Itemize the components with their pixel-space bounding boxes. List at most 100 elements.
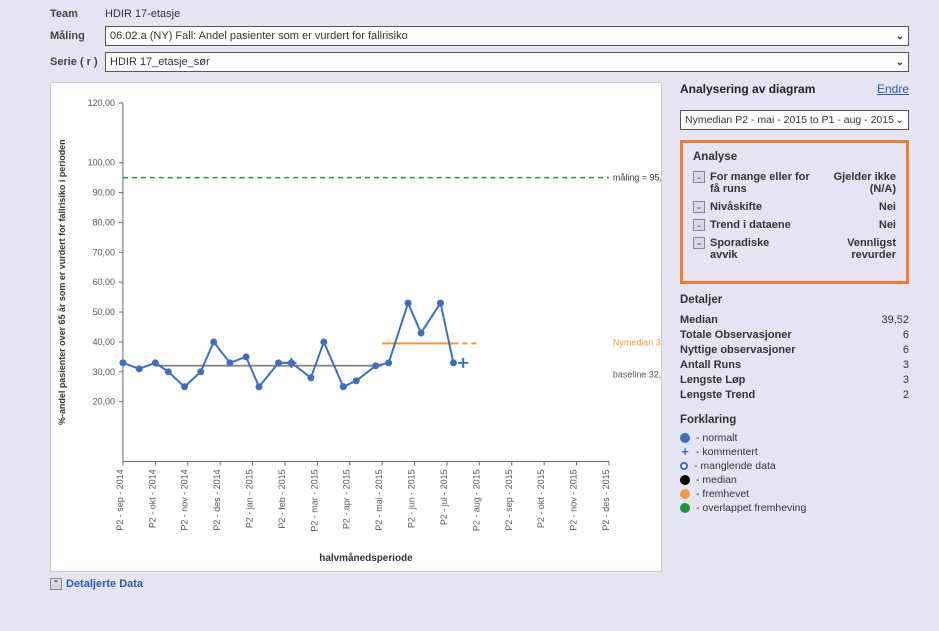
svg-text:baseline 32,05: baseline 32,05 xyxy=(613,370,661,380)
blue-symbol-icon: + xyxy=(680,447,690,457)
detail-row: Median 39,52 xyxy=(680,314,909,326)
range-select-value: Nymedian P2 - mai - 2015 to P1 - aug - 2… xyxy=(685,114,894,126)
detail-key: Lengste Løp xyxy=(680,374,835,386)
detail-value: 3 xyxy=(903,374,909,386)
legend-item: - normalt xyxy=(680,432,909,444)
svg-text:måling = 95,00: måling = 95,00 xyxy=(613,173,661,183)
svg-text:P2 - des - 2015: P2 - des - 2015 xyxy=(601,469,611,530)
detail-value: 6 xyxy=(903,329,909,341)
svg-text:P2 - mai - 2015: P2 - mai - 2015 xyxy=(374,469,384,530)
serie-label: Serie ( r ) xyxy=(50,57,105,68)
svg-text:%-andel pasienter over 65 år s: %-andel pasienter over 65 år som er vurd… xyxy=(57,139,67,425)
chevron-down-icon[interactable]: ⌄ xyxy=(693,219,705,231)
svg-text:P2 - sep - 2014: P2 - sep - 2014 xyxy=(115,469,125,530)
svg-text:P2 - feb - 2015: P2 - feb - 2015 xyxy=(277,469,287,528)
detail-value: 39,52 xyxy=(881,314,909,326)
run-chart: 20,0030,0040,0050,0060,0070,0080,0090,00… xyxy=(51,83,661,571)
analyse-row-label: Nivåskifte xyxy=(710,201,762,213)
chevron-down-icon: ⌄ xyxy=(895,114,904,126)
detail-value: 6 xyxy=(903,344,909,356)
details-box: Detaljer Median 39,52 Totale Observasjoner… xyxy=(680,294,909,404)
detail-row: Antall Runs 3 xyxy=(680,359,909,371)
svg-text:80,00: 80,00 xyxy=(93,217,115,227)
legend-box: Forklaring - normalt + - kommentert - mangl… xyxy=(680,414,909,516)
svg-text:50,00: 50,00 xyxy=(93,307,115,317)
svg-text:P2 - jun - 2015: P2 - jun - 2015 xyxy=(407,469,417,528)
chart-panel: 20,0030,0040,0050,0060,0070,0080,0090,00… xyxy=(50,82,662,572)
side-panel: Analysering av diagram Endre Nymedian P2… xyxy=(680,82,909,572)
serie-select-value: HDIR 17_etasje_sør xyxy=(110,56,210,68)
svg-text:P2 - apr - 2015: P2 - apr - 2015 xyxy=(342,469,352,529)
legend-item: - fremhevet xyxy=(680,488,909,500)
analyse-box: Analyse ⌄ For mange eller for få runs Gjel… xyxy=(680,140,909,284)
chevron-down-icon: ⌄ xyxy=(896,57,904,68)
svg-text:100,00: 100,00 xyxy=(88,158,115,168)
detail-row: Lengste Løp 3 xyxy=(680,374,909,386)
serie-select[interactable]: HDIR 17_etasje_sør ⌄ xyxy=(105,52,909,72)
svg-text:P2 - nov - 2015: P2 - nov - 2015 xyxy=(569,469,579,530)
legend-title: Forklaring xyxy=(680,414,909,426)
legend-text: - manglende data xyxy=(694,460,776,472)
svg-text:70,00: 70,00 xyxy=(93,247,115,257)
detail-value: 2 xyxy=(903,389,909,401)
legend-text: - kommentert xyxy=(696,446,758,458)
analyse-row: ⌄ For mange eller for få runs Gjelder ikke… xyxy=(693,171,896,195)
detail-key: Totale Observasjoner xyxy=(680,329,835,341)
analyse-row-value: Gjelder ikke (N/A) xyxy=(824,171,896,195)
svg-text:60,00: 60,00 xyxy=(93,277,115,287)
svg-text:90,00: 90,00 xyxy=(93,188,115,198)
detail-row: Totale Observasjoner 6 xyxy=(680,329,909,341)
detail-key: Antall Runs xyxy=(680,359,835,371)
svg-text:P2 - nov - 2014: P2 - nov - 2014 xyxy=(180,469,190,530)
chevron-down-icon[interactable]: ⌄ xyxy=(693,201,705,213)
svg-text:40,00: 40,00 xyxy=(93,337,115,347)
svg-text:120,00: 120,00 xyxy=(88,98,115,108)
legend-item: - overlappet fremheving xyxy=(680,502,909,514)
svg-text:P2 - jul - 2015: P2 - jul - 2015 xyxy=(439,469,449,525)
team-value: HDIR 17-etasje xyxy=(105,8,180,20)
maling-select[interactable]: 06.02.a (NY) Fall: Andel pasienter som e… xyxy=(105,26,909,46)
chevron-down-icon: ⌄ xyxy=(896,31,904,42)
legend-item: - median xyxy=(680,474,909,486)
legend-text: - normalt xyxy=(696,432,737,444)
svg-text:P2 - jan - 2015: P2 - jan - 2015 xyxy=(245,469,255,528)
chevron-down-icon[interactable]: ⌄ xyxy=(693,237,705,249)
detailed-data-link[interactable]: ⌃ Detaljerte Data xyxy=(50,578,909,590)
analyse-row-value: Nei xyxy=(879,201,896,213)
blue-symbol-icon xyxy=(680,462,688,470)
legend-item: + - kommentert xyxy=(680,446,909,458)
details-title: Detaljer xyxy=(680,294,909,306)
analyse-row-label: Sporadiske avvik xyxy=(710,237,795,261)
svg-text:20,00: 20,00 xyxy=(93,397,115,407)
green-symbol-icon xyxy=(680,503,690,513)
maling-select-value: 06.02.a (NY) Fall: Andel pasienter som e… xyxy=(110,30,408,42)
analyse-row-value: Vennligst revurder xyxy=(803,237,896,261)
svg-text:P2 - aug - 2015: P2 - aug - 2015 xyxy=(471,469,481,531)
analyse-row-label: For mange eller for få runs xyxy=(710,171,816,195)
detail-row: Lengste Trend 2 xyxy=(680,389,909,401)
legend-text: - fremhevet xyxy=(696,488,749,500)
detailed-data-label: Detaljerte Data xyxy=(66,578,143,590)
svg-text:halvmånedsperiode: halvmånedsperiode xyxy=(319,553,413,564)
endre-link[interactable]: Endre xyxy=(877,82,909,96)
expand-icon: ⌃ xyxy=(50,578,62,590)
black-symbol-icon xyxy=(680,475,690,485)
detail-row: Nyttige observasjoner6 xyxy=(680,344,909,356)
analyse-title: Analyse xyxy=(693,151,896,163)
detail-key: Lengste Trend xyxy=(680,389,835,401)
analyse-row: ⌄ Nivåskifte Nei xyxy=(693,201,896,213)
svg-text:P2 - okt - 2015: P2 - okt - 2015 xyxy=(536,469,546,528)
svg-text:P2 - des - 2014: P2 - des - 2014 xyxy=(212,469,222,530)
legend-text: - median xyxy=(696,474,737,486)
maling-label: Måling xyxy=(50,30,105,42)
detail-key: Median xyxy=(680,314,835,326)
orange-symbol-icon xyxy=(680,489,690,499)
range-select[interactable]: Nymedian P2 - mai - 2015 to P1 - aug - 2… xyxy=(680,110,909,130)
analyse-row-value: Nei xyxy=(879,219,896,231)
analyse-row: ⌄Trend i dataeneNei xyxy=(693,219,896,231)
chevron-down-icon[interactable]: ⌄ xyxy=(693,171,705,183)
detail-value: 3 xyxy=(903,359,909,371)
blue-symbol-icon xyxy=(680,433,690,443)
svg-text:P2 - okt - 2014: P2 - okt - 2014 xyxy=(147,469,157,528)
analysis-header: Analysering av diagram xyxy=(680,82,815,96)
